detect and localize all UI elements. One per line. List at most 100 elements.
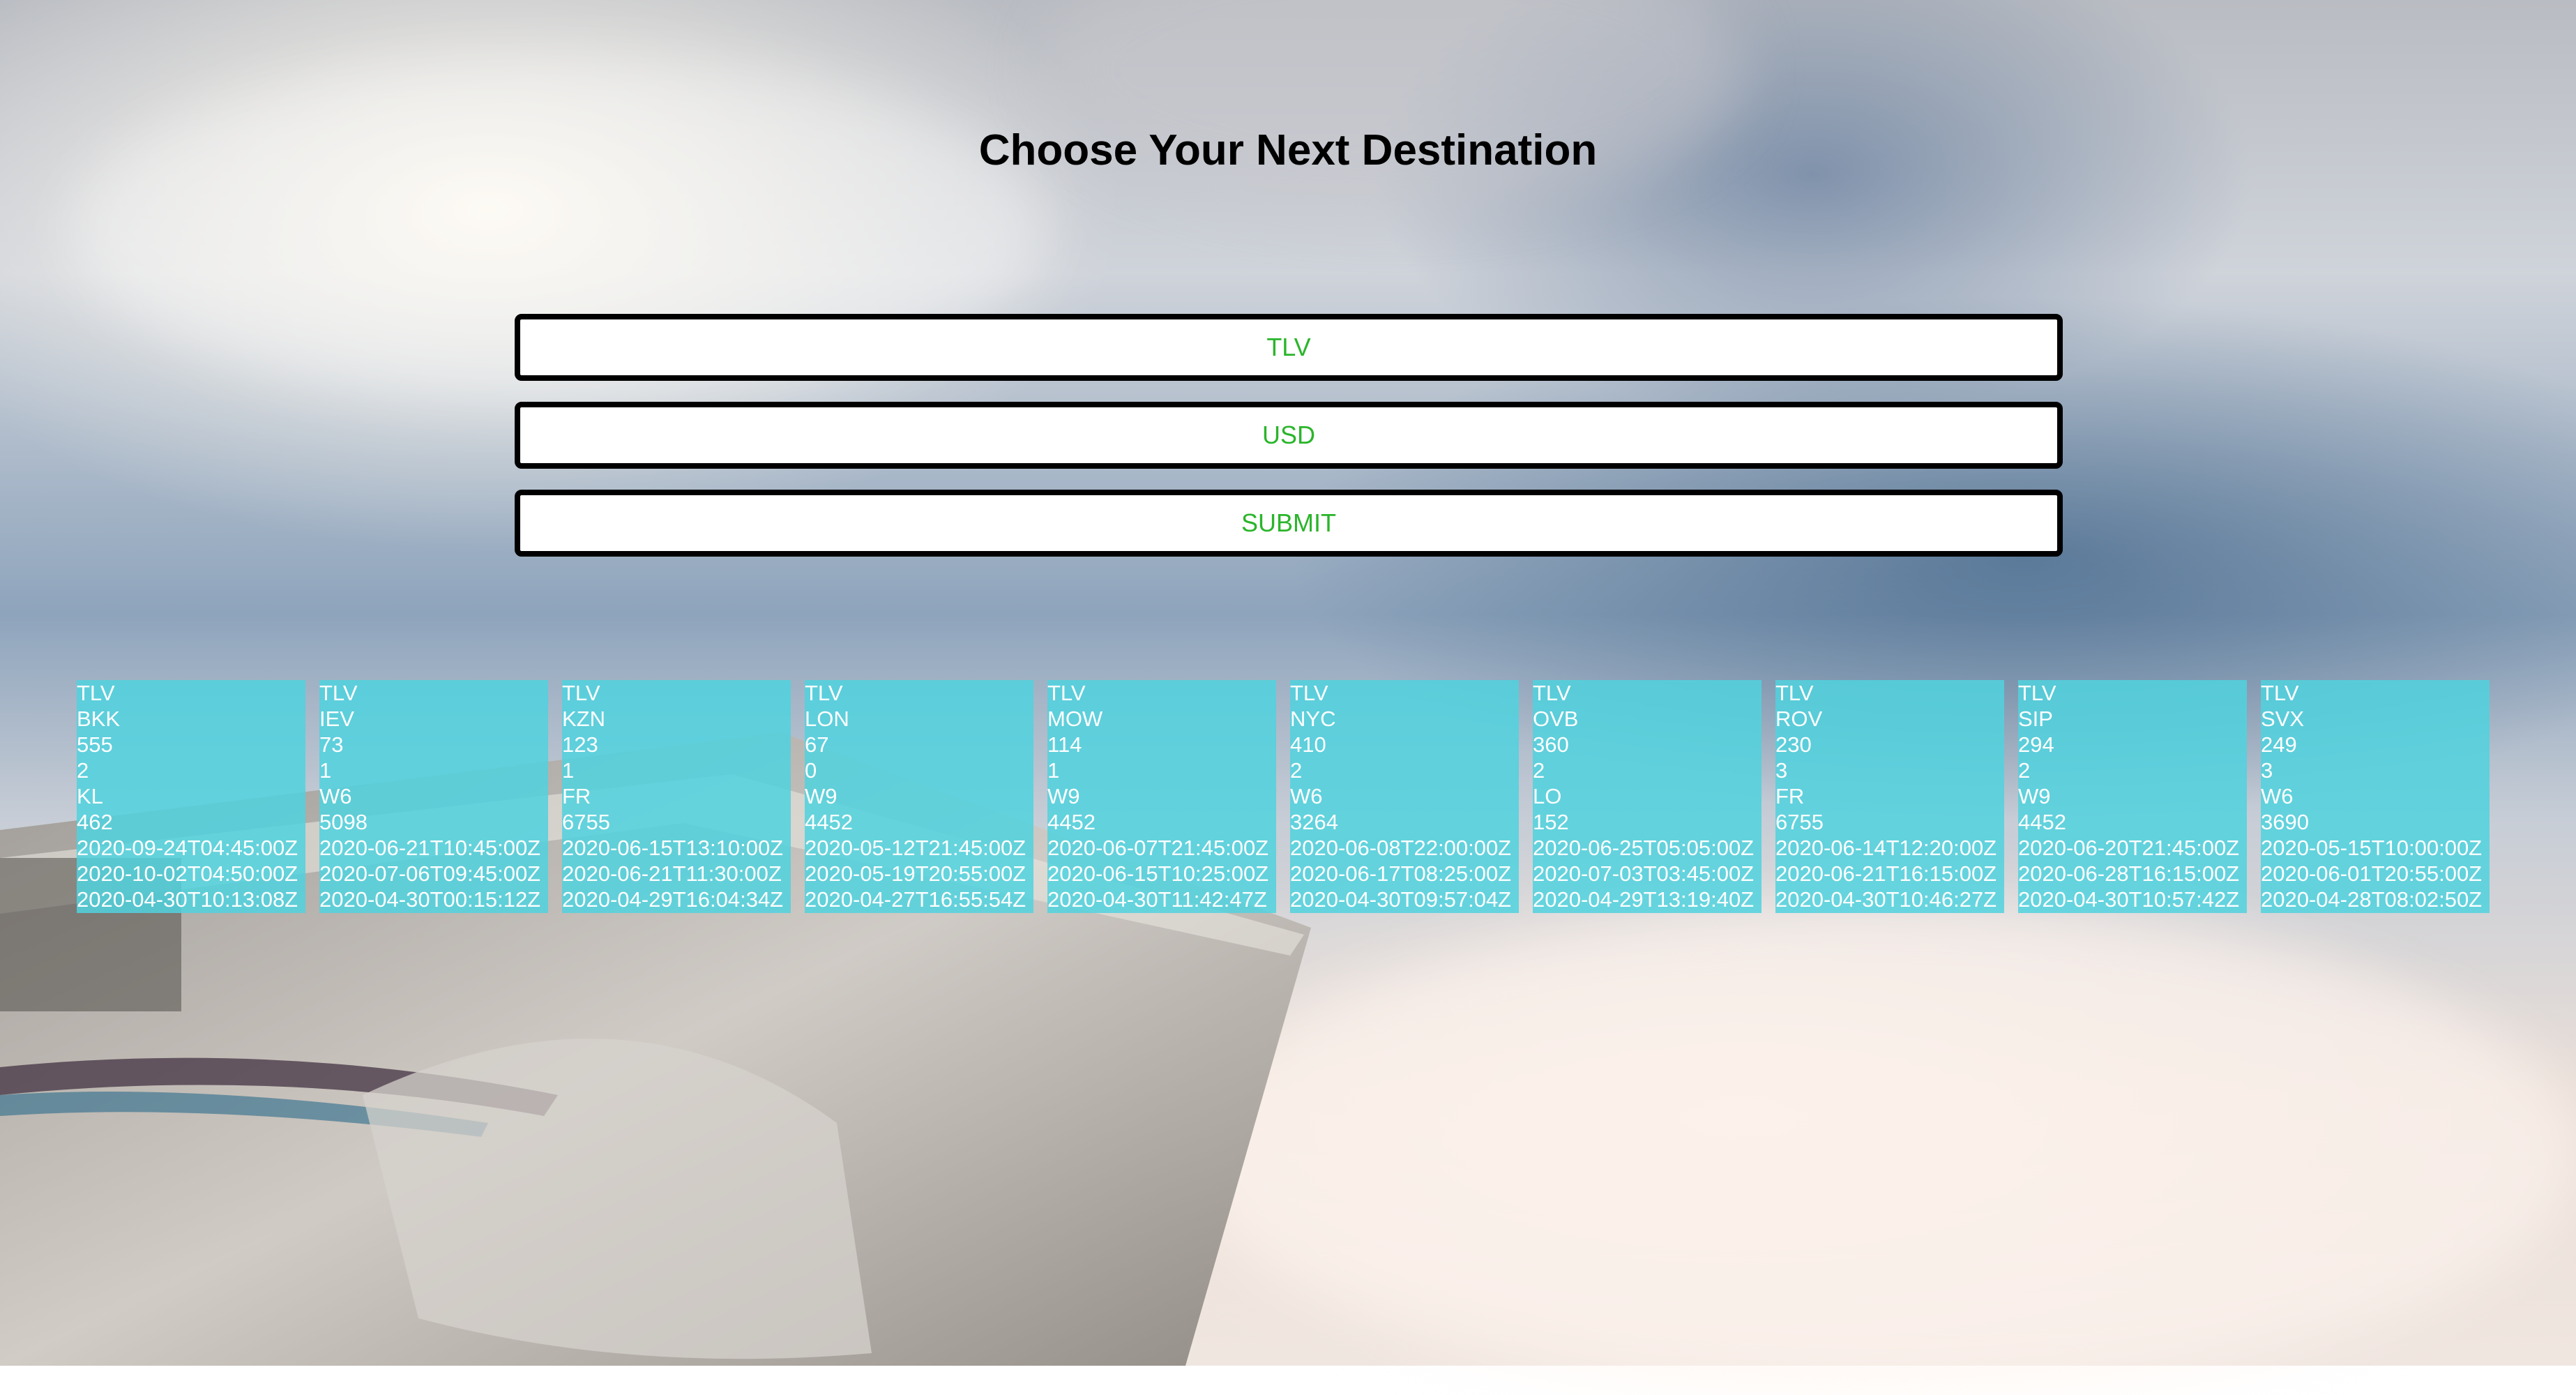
flight-airline: W9 <box>805 784 838 808</box>
flight-card[interactable]: TLV MOW 114 1 W9 4452 2020-06-07T21:45:0… <box>1047 680 1276 913</box>
flight-results-list: TLV BKK 555 2 KL 462 2020-09-24T04:45:00… <box>77 680 2490 913</box>
flight-destination: MOW <box>1047 707 1103 731</box>
flight-number: 3264 <box>1290 810 1338 834</box>
flight-return: 2020-06-15T10:25:00Z <box>1047 861 1269 886</box>
flight-card[interactable]: TLV NYC 410 2 W6 3264 2020-06-08T22:00:0… <box>1290 680 1519 913</box>
flight-airline: W6 <box>2261 784 2294 808</box>
flight-departure: 2020-09-24T04:45:00Z <box>77 836 298 860</box>
flight-departure: 2020-06-15T13:10:00Z <box>562 836 784 860</box>
flight-destination: SVX <box>2261 707 2305 731</box>
flight-number: 6755 <box>562 810 610 834</box>
flight-transfers: 2 <box>77 758 89 783</box>
flight-departure: 2020-05-12T21:45:00Z <box>805 836 1026 860</box>
flight-departure: 2020-06-25T05:05:00Z <box>1533 836 1755 860</box>
flight-return: 2020-05-19T20:55:00Z <box>805 861 1026 886</box>
flight-number: 4452 <box>1047 810 1096 834</box>
flight-expires: 2020-04-28T08:02:50Z <box>2261 887 2483 912</box>
flight-departure: 2020-06-08T22:00:00Z <box>1290 836 1512 860</box>
flight-transfers: 3 <box>1775 758 1788 783</box>
flight-return: 2020-07-06T09:45:00Z <box>319 861 541 886</box>
flight-price: 230 <box>1775 732 1812 757</box>
search-form: TLV USD SUBMIT <box>515 314 2063 578</box>
flight-transfers: 1 <box>319 758 332 783</box>
flight-airline: W6 <box>319 784 352 808</box>
flight-return: 2020-06-28T16:15:00Z <box>2018 861 2240 886</box>
flight-price: 67 <box>805 732 829 757</box>
flight-airline: W6 <box>1290 784 1323 808</box>
flight-return: 2020-06-21T11:30:00Z <box>562 861 782 886</box>
flight-transfers: 0 <box>805 758 817 783</box>
flight-expires: 2020-04-30T10:13:08Z <box>77 887 298 912</box>
flight-transfers: 2 <box>1290 758 1303 783</box>
flight-price: 249 <box>2261 732 2297 757</box>
flight-departure: 2020-06-20T21:45:00Z <box>2018 836 2240 860</box>
flight-origin: TLV <box>1775 681 1814 705</box>
flight-card[interactable]: TLV LON 67 0 W9 4452 2020-05-12T21:45:00… <box>805 680 1033 913</box>
flight-price: 114 <box>1047 732 1082 757</box>
submit-button[interactable]: SUBMIT <box>515 490 2063 557</box>
flight-transfers: 3 <box>2261 758 2273 783</box>
flight-number: 3690 <box>2261 810 2309 834</box>
flight-airline: W9 <box>1047 784 1080 808</box>
flight-airline: W9 <box>2018 784 2051 808</box>
flight-return: 2020-06-01T20:55:00Z <box>2261 861 2483 886</box>
flight-destination: LON <box>805 707 849 731</box>
flight-card[interactable]: TLV IEV 73 1 W6 5098 2020-06-21T10:45:00… <box>319 680 548 913</box>
flight-departure: 2020-06-14T12:20:00Z <box>1775 836 1997 860</box>
flight-return: 2020-07-03T03:45:00Z <box>1533 861 1755 886</box>
flight-transfers: 1 <box>562 758 575 783</box>
flight-expires: 2020-04-29T13:19:40Z <box>1533 887 1755 912</box>
flight-origin: TLV <box>77 681 115 705</box>
flight-airline: KL <box>77 784 103 808</box>
flight-origin: TLV <box>1047 681 1086 705</box>
flight-transfers: 2 <box>1533 758 1545 783</box>
flight-expires: 2020-04-30T09:57:04Z <box>1290 887 1512 912</box>
flight-return: 2020-10-02T04:50:00Z <box>77 861 298 886</box>
flight-destination: OVB <box>1533 707 1579 731</box>
flight-price: 410 <box>1290 732 1326 757</box>
flight-origin: TLV <box>319 681 358 705</box>
flight-destination: IEV <box>319 707 354 731</box>
flight-departure: 2020-05-15T10:00:00Z <box>2261 836 2483 860</box>
flight-destination: SIP <box>2018 707 2053 731</box>
flight-expires: 2020-04-29T16:04:34Z <box>562 887 784 912</box>
flight-card[interactable]: TLV SIP 294 2 W9 4452 2020-06-20T21:45:0… <box>2018 680 2247 913</box>
flight-number: 4452 <box>805 810 853 834</box>
flight-price: 360 <box>1533 732 1569 757</box>
flight-return: 2020-06-17T08:25:00Z <box>1290 861 1512 886</box>
flight-number: 462 <box>77 810 113 834</box>
flight-card[interactable]: TLV KZN 123 1 FR 6755 2020-06-15T13:10:0… <box>562 680 791 913</box>
flight-airline: FR <box>562 784 591 808</box>
flight-number: 4452 <box>2018 810 2066 834</box>
flight-departure: 2020-06-07T21:45:00Z <box>1047 836 1269 860</box>
flight-card[interactable]: TLV BKK 555 2 KL 462 2020-09-24T04:45:00… <box>77 680 305 913</box>
flight-origin: TLV <box>2018 681 2056 705</box>
currency-field[interactable]: USD <box>515 402 2063 469</box>
flight-origin: TLV <box>562 681 600 705</box>
flight-departure: 2020-06-21T10:45:00Z <box>319 836 541 860</box>
flight-origin: TLV <box>2261 681 2299 705</box>
flight-destination: ROV <box>1775 707 1823 731</box>
flight-expires: 2020-04-27T16:55:54Z <box>805 887 1026 912</box>
flight-destination: NYC <box>1290 707 1336 731</box>
page-title: Choose Your Next Destination <box>978 126 1598 174</box>
flight-number: 152 <box>1533 810 1569 834</box>
flight-price: 73 <box>319 732 344 757</box>
flight-origin: TLV <box>1290 681 1328 705</box>
flight-card[interactable]: TLV SVX 249 3 W6 3690 2020-05-15T10:00:0… <box>2261 680 2490 913</box>
flight-transfers: 1 <box>1047 758 1060 783</box>
flight-origin: TLV <box>1533 681 1571 705</box>
flight-number: 6755 <box>1775 810 1824 834</box>
flight-airline: FR <box>1775 784 1805 808</box>
flight-card[interactable]: TLV ROV 230 3 FR 6755 2020-06-14T12:20:0… <box>1775 680 2004 913</box>
flight-origin: TLV <box>805 681 843 705</box>
flight-expires: 2020-04-30T10:57:42Z <box>2018 887 2240 912</box>
flight-card[interactable]: TLV OVB 360 2 LO 152 2020-06-25T05:05:00… <box>1533 680 1761 913</box>
flight-expires: 2020-04-30T10:46:27Z <box>1775 887 1997 912</box>
flight-airline: LO <box>1533 784 1562 808</box>
flight-destination: BKK <box>77 707 121 731</box>
flight-transfers: 2 <box>2018 758 2031 783</box>
flight-return: 2020-06-21T16:15:00Z <box>1775 861 1997 886</box>
origin-field[interactable]: TLV <box>515 314 2063 381</box>
flight-expires: 2020-04-30T00:15:12Z <box>319 887 541 912</box>
